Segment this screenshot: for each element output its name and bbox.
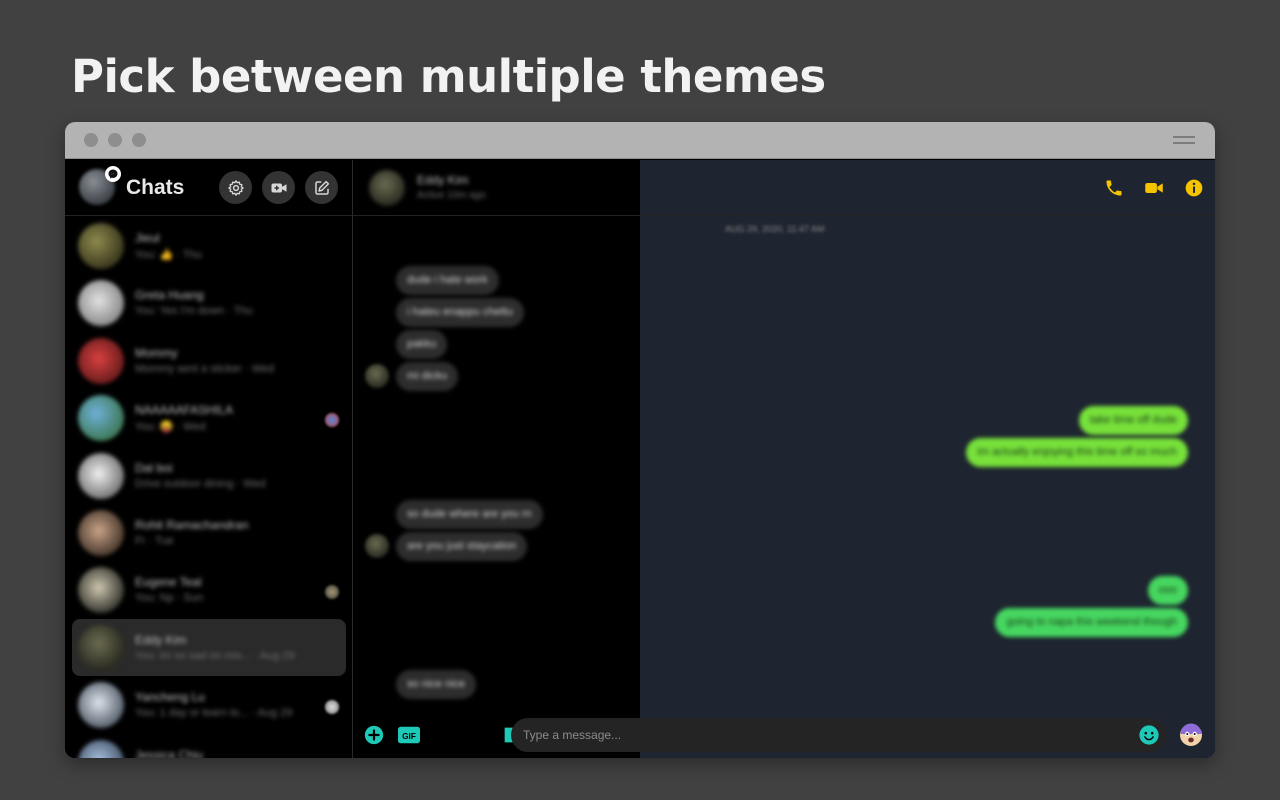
page-headline: Pick between multiple themes bbox=[71, 50, 826, 103]
conversation-item[interactable]: Dal boi Drive outdoor dining · Wed bbox=[65, 447, 352, 504]
conversation-item[interactable]: Mommy Mommy sent a sticker · Wed bbox=[65, 332, 352, 389]
conversation-name: Jieul bbox=[135, 231, 160, 245]
conversation-preview: You: Np · Sun bbox=[135, 592, 204, 605]
conversation-info-button[interactable] bbox=[1183, 177, 1205, 199]
incoming-message[interactable]: dude i hate work bbox=[396, 266, 499, 295]
message-timestamp: AUG 29, 2020, 11:47 AM bbox=[725, 224, 825, 234]
incoming-message[interactable]: pakku bbox=[396, 330, 448, 359]
avatar bbox=[78, 452, 124, 499]
read-receipt-avatar bbox=[325, 413, 339, 428]
conversation-preview: Fr · Tue bbox=[135, 534, 174, 547]
incoming-message[interactable]: so dude where are you rn bbox=[396, 500, 543, 529]
conversation-name: Yancheng Lu bbox=[135, 690, 205, 705]
video-call-button[interactable] bbox=[1143, 177, 1165, 199]
chat-pane-dark-region bbox=[353, 160, 640, 758]
avatar bbox=[78, 682, 124, 729]
conversation-name: Mommy bbox=[135, 345, 178, 360]
avatar bbox=[78, 509, 124, 556]
window-minimize-dot[interactable] bbox=[108, 133, 122, 147]
gif-label: GIF bbox=[402, 732, 416, 741]
info-icon bbox=[1185, 179, 1203, 197]
conversation-preview: Mommy sent a sticker · Wed bbox=[135, 362, 275, 375]
outgoing-message[interactable]: im actually enjoying this time off so mu… bbox=[966, 438, 1188, 467]
avatar bbox=[78, 337, 124, 384]
messenger-logo-icon bbox=[105, 166, 121, 182]
incoming-message[interactable]: so nice nice bbox=[396, 670, 477, 699]
read-receipt-avatar bbox=[325, 700, 339, 715]
compose-icon bbox=[314, 180, 329, 195]
compose-button[interactable] bbox=[305, 171, 338, 204]
conversation-name: Greta Huang bbox=[135, 288, 204, 303]
sidebar-header: Chats bbox=[65, 160, 352, 216]
conversation-list: Jieul You: 👍 · Thu Greta Huang You: Yes … bbox=[65, 217, 352, 758]
gif-icon: GIF bbox=[398, 726, 420, 744]
conversation-item[interactable]: Jieul You: 👍 · Thu bbox=[65, 217, 352, 274]
phone-icon bbox=[1106, 180, 1122, 196]
emoji-button[interactable] bbox=[1138, 724, 1160, 746]
conversation-item[interactable]: Jessica Chiu bbox=[65, 734, 352, 758]
voice-call-button[interactable] bbox=[1103, 177, 1125, 199]
app-content: Chats Jieul You: 👍 · Thu Greta Huang You… bbox=[65, 160, 1215, 758]
conversation-preview: Drive outdoor dining · Wed bbox=[135, 477, 266, 490]
conversation-name: NAAAAAFASHILA bbox=[135, 403, 234, 418]
conversation-preview: You: Yes I'm down · Thu bbox=[135, 305, 253, 318]
avatar bbox=[78, 567, 124, 614]
conversation-preview: You: im so sad im mis... · Aug 29 bbox=[135, 649, 295, 662]
incoming-message[interactable]: are you just staycation bbox=[396, 532, 528, 561]
conversation-preview: You: 👍 · Thu bbox=[135, 249, 202, 261]
conversation-item[interactable]: Yancheng Lu You: 1 day or learn to... · … bbox=[65, 676, 352, 733]
conversation-preview: You: 😝 · Wed bbox=[135, 421, 206, 434]
conversation-name: Dal boi bbox=[135, 460, 173, 475]
conversation-name: Rohit Ramachandran bbox=[135, 517, 249, 532]
outgoing-message[interactable]: take time off dude bbox=[1078, 406, 1188, 435]
window-menu-icon[interactable] bbox=[1173, 136, 1195, 144]
video-plus-icon bbox=[271, 183, 286, 192]
sender-avatar bbox=[365, 534, 389, 558]
conversation-preview: You: 1 day or learn to... · Aug 29 bbox=[135, 707, 293, 720]
avatar bbox=[78, 223, 124, 269]
conversation-name: Jessica Chiu bbox=[135, 747, 204, 758]
contact-avatar[interactable] bbox=[369, 170, 405, 206]
more-actions-button[interactable] bbox=[363, 724, 385, 746]
video-camera-icon bbox=[1145, 183, 1163, 193]
plus-circle-icon bbox=[364, 725, 384, 745]
window-close-dot[interactable] bbox=[84, 133, 98, 147]
avatar bbox=[78, 395, 124, 442]
sender-avatar bbox=[365, 364, 389, 388]
contact-name: Eddy Kim bbox=[417, 173, 469, 187]
chat-header: Eddy Kim Active 10m ago bbox=[353, 160, 1215, 216]
gif-button[interactable]: GIF bbox=[397, 724, 421, 746]
window-zoom-dot[interactable] bbox=[132, 133, 146, 147]
chat-actions bbox=[1103, 177, 1205, 199]
conversation-name: Eddy Kim bbox=[135, 632, 187, 647]
contact-status: Active 10m ago bbox=[417, 190, 486, 201]
conversation-item[interactable]: Rohit Ramachandran Fr · Tue bbox=[65, 504, 352, 561]
incoming-message[interactable]: i hateu enappu chettu bbox=[396, 298, 524, 327]
conversation-item[interactable]: Eugene Teal You: Np · Sun bbox=[65, 561, 352, 618]
read-receipt-avatar bbox=[325, 585, 339, 600]
conversation-name: Eugene Teal bbox=[135, 575, 202, 590]
app-window: Chats Jieul You: 👍 · Thu Greta Huang You… bbox=[65, 122, 1215, 758]
outgoing-message[interactable]: going to napa this weekend though bbox=[995, 608, 1188, 637]
sidebar-title: Chats bbox=[126, 176, 185, 199]
message-composer: GIF bbox=[353, 712, 1215, 758]
quick-reaction-button[interactable] bbox=[1179, 723, 1203, 747]
incoming-message[interactable]: mi dicku bbox=[396, 362, 459, 391]
settings-button[interactable] bbox=[219, 171, 252, 204]
smiley-icon bbox=[1139, 725, 1159, 745]
avatar bbox=[78, 739, 124, 758]
conversation-item-active[interactable]: Eddy Kim You: im so sad im mis... · Aug … bbox=[72, 618, 346, 677]
new-video-call-button[interactable] bbox=[262, 171, 295, 204]
gear-icon bbox=[227, 179, 244, 196]
avatar bbox=[78, 280, 124, 327]
avatar bbox=[78, 624, 124, 671]
message-input[interactable] bbox=[511, 718, 1167, 752]
window-titlebar bbox=[65, 122, 1215, 159]
conversation-item[interactable]: Greta Huang You: Yes I'm down · Thu bbox=[65, 274, 352, 331]
chat-sidebar: Chats Jieul You: 👍 · Thu Greta Huang You… bbox=[65, 160, 353, 758]
shocked-emoji-icon bbox=[1180, 723, 1202, 746]
conversation-item[interactable]: NAAAAAFASHILA You: 😝 · Wed bbox=[65, 389, 352, 446]
outgoing-message[interactable]: ooo bbox=[1147, 576, 1188, 605]
